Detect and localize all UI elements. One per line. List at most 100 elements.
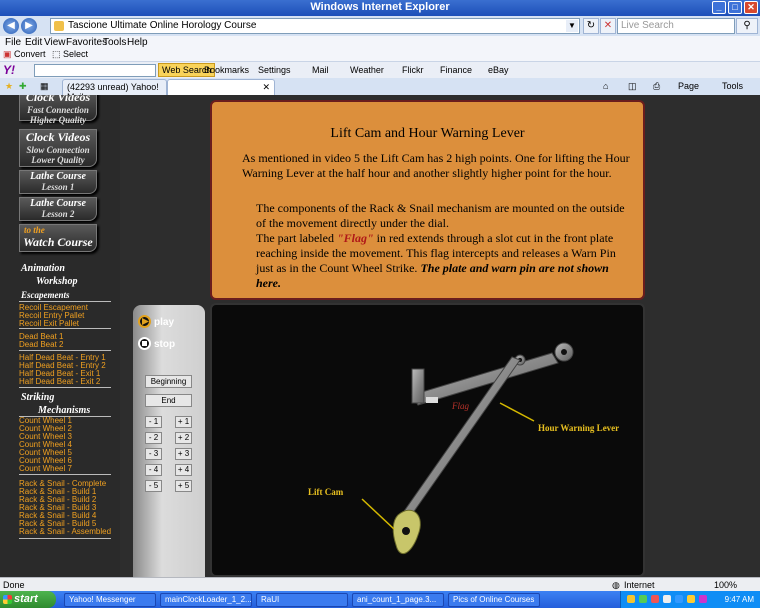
- clock-videos-slow-tile[interactable]: Clock Videos Slow Connection Lower Quali…: [19, 129, 97, 167]
- step-forward-3-button[interactable]: + 3: [175, 448, 192, 460]
- tools-menu[interactable]: Tools: [722, 81, 743, 91]
- lesson-paragraph-2: The components of the Rack & Snail mecha…: [256, 201, 628, 291]
- watch-course-tile[interactable]: to the Watch Course: [19, 224, 97, 252]
- convert-icon: ▣: [3, 49, 12, 59]
- clock[interactable]: 9:47 AM: [725, 595, 754, 604]
- lathe-lesson1-tile[interactable]: Lathe Course Lesson 1: [19, 170, 97, 194]
- menu-edit[interactable]: Edit: [25, 37, 42, 48]
- divider: [19, 538, 111, 539]
- flickr-button[interactable]: Flickr: [402, 65, 424, 75]
- quick-tabs-icon[interactable]: ▦: [40, 81, 49, 92]
- finance-button[interactable]: Finance: [440, 65, 472, 75]
- yahoo-toolbar: Y! Web Search Bookmarks Settings Mail We…: [0, 61, 760, 78]
- step-back-3-button[interactable]: - 3: [145, 448, 162, 460]
- tile2-title: Clock Videos: [25, 130, 91, 144]
- add-favorite-icon[interactable]: ✚: [19, 81, 27, 92]
- divider: [19, 328, 111, 329]
- settings-button[interactable]: Settings: [258, 65, 291, 75]
- close-button[interactable]: ✕: [744, 1, 758, 14]
- animation-stage[interactable]: Flag Hour Warning Lever Lift Cam: [210, 303, 645, 577]
- menu-file[interactable]: File: [5, 37, 21, 48]
- step-back-1-button[interactable]: - 1: [145, 416, 162, 428]
- end-button[interactable]: End: [145, 394, 192, 407]
- mechanism-drawing: Flag Hour Warning Lever Lift Cam: [308, 342, 619, 555]
- stop-button[interactable]: ✕: [600, 18, 616, 34]
- step-forward-4-button[interactable]: + 4: [175, 464, 192, 476]
- stop-label[interactable]: stop: [154, 339, 175, 350]
- tab-horology-course[interactable]: ✕: [167, 79, 275, 95]
- step-back-2-button[interactable]: - 2: [145, 432, 162, 444]
- lesson-paragraph-1: As mentioned in video 5 the Lift Cam has…: [242, 151, 630, 180]
- task-raui[interactable]: RaUI: [256, 593, 348, 607]
- play-icon[interactable]: [138, 315, 151, 328]
- step-back-4-button[interactable]: - 4: [145, 464, 162, 476]
- home-icon[interactable]: ⌂: [603, 81, 608, 91]
- tray-icon[interactable]: [687, 595, 695, 603]
- mail-button[interactable]: Mail: [312, 65, 329, 75]
- link-half-dead-exit-2[interactable]: Half Dead Beat - Exit 2: [19, 378, 100, 386]
- bookmarks-button[interactable]: Bookmarks: [204, 65, 249, 75]
- link-count-wheel-7[interactable]: Count Wheel 7: [19, 465, 72, 473]
- animation-heading: Animation: [21, 263, 65, 274]
- tray-icon[interactable]: [627, 595, 635, 603]
- start-button[interactable]: start: [0, 591, 56, 608]
- tile3-line1: Lathe Course: [30, 171, 86, 182]
- task-pics-online-courses[interactable]: Pics of Online Courses: [448, 593, 540, 607]
- link-recoil-exit[interactable]: Recoil Exit Pallet: [19, 320, 79, 328]
- step-forward-2-button[interactable]: + 2: [175, 432, 192, 444]
- ebay-button[interactable]: eBay: [488, 65, 509, 75]
- yahoo-logo[interactable]: Y!: [3, 63, 15, 77]
- escapements-heading: Escapements: [21, 290, 70, 300]
- step-back-5-button[interactable]: - 5: [145, 480, 162, 492]
- menu-tools[interactable]: Tools: [103, 37, 126, 48]
- tray-icon[interactable]: [651, 595, 659, 603]
- menu-view[interactable]: View: [44, 37, 66, 48]
- link-rack-snail-assembled[interactable]: Rack & Snail - Assembled: [19, 528, 111, 536]
- divider: [19, 387, 111, 388]
- step-forward-5-button[interactable]: + 5: [175, 480, 192, 492]
- convert-button[interactable]: Convert: [14, 49, 46, 59]
- favorites-star-icon[interactable]: ★: [5, 81, 13, 92]
- search-icon[interactable]: ⚲: [736, 18, 758, 34]
- print-icon[interactable]: ⎙: [653, 81, 660, 92]
- address-dropdown-icon[interactable]: ▼: [566, 20, 578, 32]
- task-main-clock-loader[interactable]: mainClockLoader_1_2...: [160, 593, 252, 607]
- back-button[interactable]: ◀: [3, 18, 19, 34]
- tile4-line1: Lathe Course: [30, 198, 86, 209]
- clock-videos-fast-tile[interactable]: Clock Videos Fast Connection Higher Qual…: [19, 95, 97, 125]
- live-search-input[interactable]: Live Search: [617, 18, 735, 34]
- menu-favorites[interactable]: Favorites: [66, 37, 107, 48]
- tray-icon[interactable]: [639, 595, 647, 603]
- task-yahoo-messenger[interactable]: Yahoo! Messenger: [64, 593, 156, 607]
- stop-icon[interactable]: [138, 337, 151, 350]
- yahoo-search-input[interactable]: [34, 64, 156, 77]
- link-dead-beat-2[interactable]: Dead Beat 2: [19, 341, 63, 349]
- zoom-level[interactable]: 100%: [714, 580, 737, 590]
- status-bar: Done ◍ Internet 100%: [0, 577, 760, 591]
- feeds-icon[interactable]: ◫: [628, 81, 637, 92]
- window-title-bar: Windows Internet Explorer _ □ ✕: [0, 0, 760, 16]
- task-ani-count[interactable]: ani_count_1_page.3...: [352, 593, 444, 607]
- address-bar[interactable]: Tascione Ultimate Online Horology Course…: [50, 18, 580, 34]
- select-button[interactable]: Select: [63, 49, 88, 59]
- beginning-button[interactable]: Beginning: [145, 375, 192, 388]
- lathe-lesson2-tile[interactable]: Lathe Course Lesson 2: [19, 197, 97, 221]
- forward-button[interactable]: ▶: [21, 18, 37, 34]
- tray-icon[interactable]: [663, 595, 671, 603]
- tab-close-icon[interactable]: ✕: [262, 82, 270, 93]
- tile1-title: Clock Videos: [25, 95, 91, 104]
- page-menu[interactable]: Page: [678, 81, 699, 91]
- refresh-button[interactable]: ↻: [583, 18, 599, 34]
- step-forward-1-button[interactable]: + 1: [175, 416, 192, 428]
- menu-help[interactable]: Help: [127, 37, 148, 48]
- maximize-button[interactable]: □: [728, 1, 742, 14]
- tray-icon[interactable]: [675, 595, 683, 603]
- stop-square-icon: [142, 341, 147, 346]
- flag-part: [426, 397, 438, 403]
- minimize-button[interactable]: _: [712, 1, 726, 14]
- weather-button[interactable]: Weather: [350, 65, 384, 75]
- play-label[interactable]: play: [154, 317, 174, 328]
- tray-icon[interactable]: [699, 595, 707, 603]
- menu-bar: File Edit View Favorites Tools Help: [0, 36, 760, 49]
- tab-yahoo-mail[interactable]: (42293 unread) Yahoo! Mail, ...: [62, 79, 167, 102]
